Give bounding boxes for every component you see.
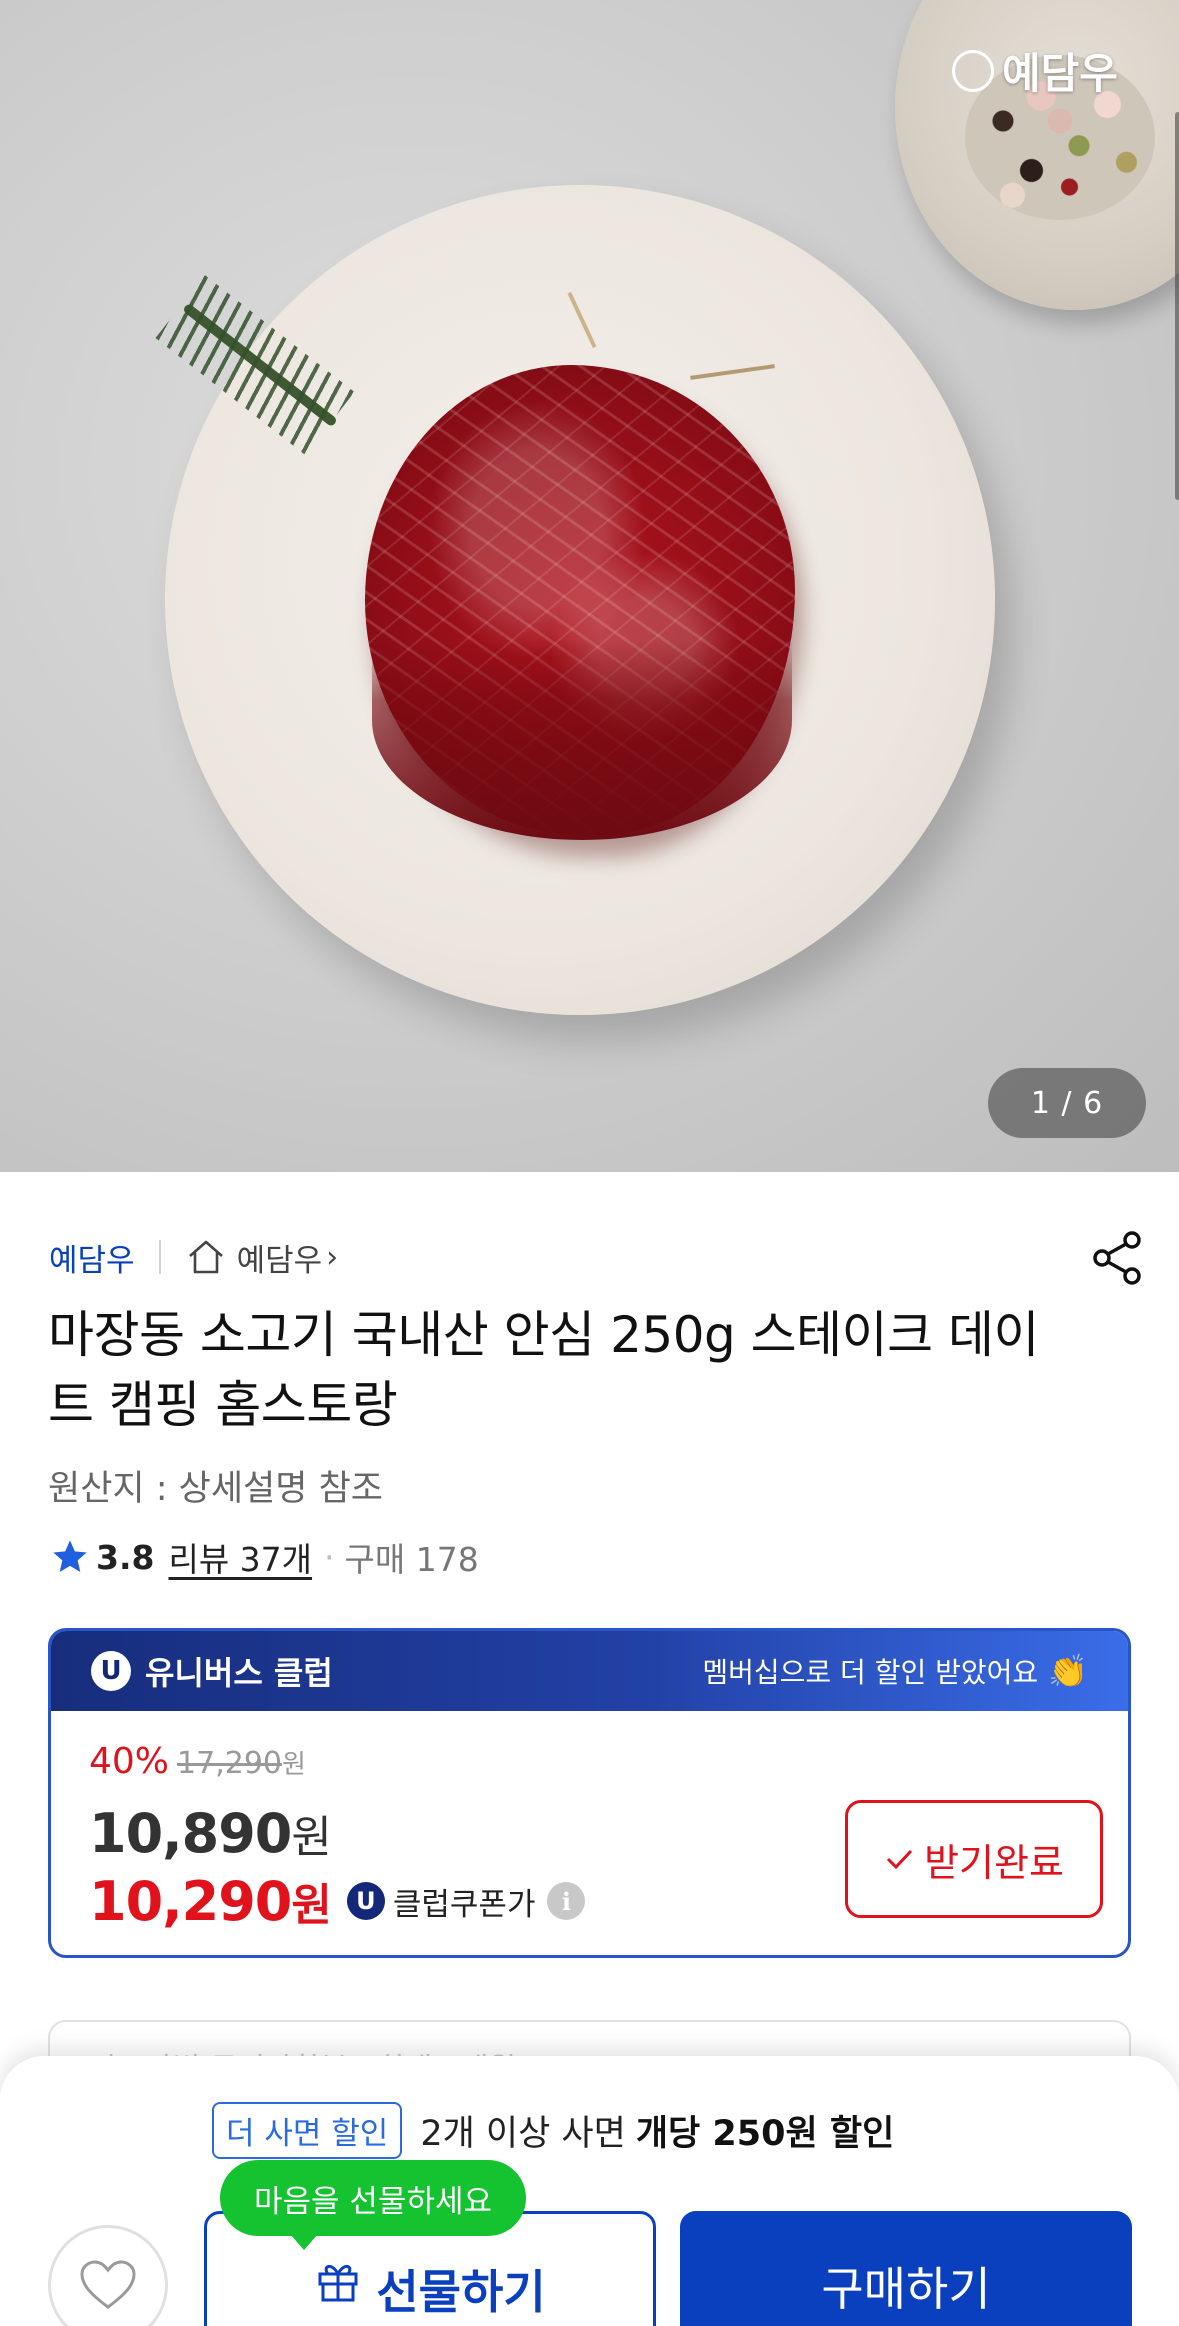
brand-watermark: 예담우 [952,40,1118,101]
original-price-unit: 원 [282,1750,306,1780]
club-name: 유니버스 클럽 [145,1654,333,1692]
sale-price: 10,890원 [89,1801,332,1865]
universe-logo-icon: U [91,1651,131,1691]
bulk-discount-badge: 더 사면 할인 [212,2102,403,2159]
club-message: 멤버십으로 더 할인 받았어요 👏 [702,1651,1088,1691]
club-coupon-price-row: 10,290원 U 클럽쿠폰가 i [89,1869,586,1933]
original-price: 17,290 [177,1746,282,1781]
bulk-discount-amount: 개당 250원 할인 [635,2114,895,2154]
separator-dot: · [324,1537,335,1577]
club-price-unit: 원 [291,1880,331,1931]
image-counter: 1 / 6 [988,1068,1146,1138]
bulk-discount-condition: 2개 이상 사면 [420,2114,626,2154]
product-title: 마장동 소고기 국내산 안심 250g 스테이크 데이트 캠핑 홈스토랑 [48,1306,1040,1434]
club-body: 40% 17,290 원 10,890원 10,290원 U 클럽쿠폰가 i 받… [51,1711,1128,1955]
home-icon [188,1240,223,1274]
sale-price-value: 10,890 [89,1802,292,1865]
divider [158,1240,161,1274]
share-icon[interactable] [1090,1230,1146,1286]
origin-info: 원산지 : 상세설명 참조 [48,1469,383,1509]
coupon-label: 클럽쿠폰가 [392,1886,536,1923]
scrollbar[interactable] [1175,112,1179,500]
checkmark-icon [887,1849,913,1870]
coupon-received-label: 받기완료 [924,1840,1064,1885]
brand-seal-icon [952,49,994,92]
gift-icon [318,2265,358,2302]
brand-watermark-text: 예담우 [1002,49,1118,98]
bulk-discount-row: 더 사면 할인 2개 이상 사면 개당 250원 할인 [212,2102,894,2159]
clapping-hands-icon: 👏 [1048,1652,1088,1690]
rating-row: 3.8 리뷰 37개 · 구매 178 [50,1532,479,1582]
discount-rate: 40% [89,1741,170,1782]
club-price-value: 10,290 [89,1870,292,1933]
discount-row: 40% 17,290 원 [89,1741,306,1782]
buy-button-label: 구매하기 [821,2262,991,2316]
gift-button-label: 선물하기 [376,2265,546,2319]
club-header: U 유니버스 클럽 멤버십으로 더 할인 받았어요 👏 [51,1631,1128,1711]
store-link-label: 예담우 [236,1242,323,1279]
product-image[interactable]: 예담우 1 / 6 [0,0,1179,1172]
gift-tooltip: 마음을 선물하세요 [220,2160,527,2250]
universe-badge-icon: U [346,1882,385,1920]
sale-price-unit: 원 [291,1812,331,1863]
star-icon [53,1540,87,1572]
coupon-received-button[interactable]: 받기완료 [845,1800,1103,1918]
purchase-count: 구매 178 [344,1540,479,1579]
store-home-link[interactable]: 예담우 › [185,1235,339,1280]
universe-club-card: U 유니버스 클럽 멤버십으로 더 할인 받았어요 👏 40% 17,290 원… [48,1628,1131,1958]
seller-name-link[interactable]: 예담우 [49,1235,135,1280]
heart-icon [80,2260,136,2309]
seller-row: 예담우 예담우 › [49,1232,338,1282]
rating-value: 3.8 [96,1537,155,1577]
info-icon[interactable]: i [547,1882,586,1920]
buy-button[interactable]: 구매하기 [680,2211,1132,2326]
club-title: U 유니버스 클럽 [91,1648,333,1694]
review-count-link[interactable]: 리뷰 37개 [168,1533,312,1581]
chevron-right-icon: › [326,1239,339,1275]
club-coupon-price: 10,290원 [89,1869,332,1933]
club-message-text: 멤버십으로 더 할인 받았어요 [702,1656,1039,1689]
